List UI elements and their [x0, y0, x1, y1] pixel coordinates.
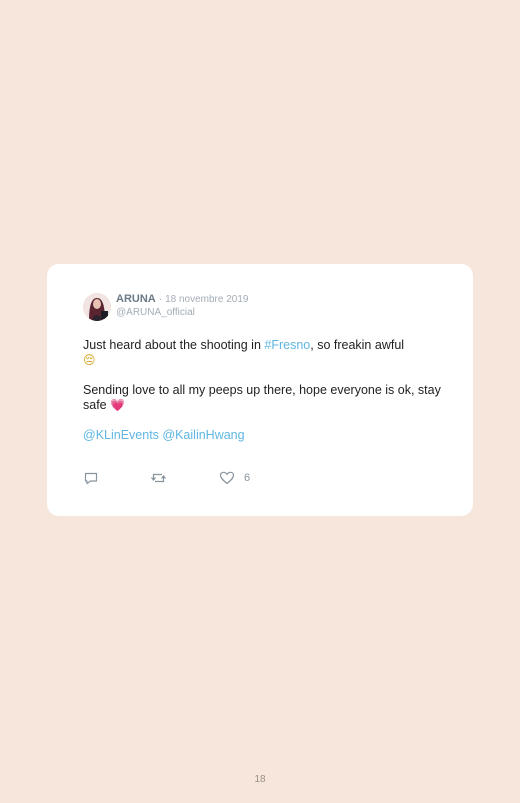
mention-link-2[interactable]: @KailinHwang	[162, 428, 244, 442]
tweet-card: ARUNA · 18 novembre 2019 @ARUNA_official…	[47, 264, 473, 516]
tweet-header: ARUNA · 18 novembre 2019 @ARUNA_official	[116, 293, 248, 319]
reply-button[interactable]	[83, 470, 99, 486]
tweet-date[interactable]: 18 novembre 2019	[165, 294, 248, 306]
like-count: 6	[244, 472, 251, 484]
sad-emoji: 😔	[83, 353, 96, 367]
hashtag-link[interactable]: #Fresno	[264, 338, 310, 352]
tweet-text-1a: Just heard about the shooting in	[83, 338, 265, 352]
author-name[interactable]: ARUNA	[116, 293, 156, 305]
author-handle[interactable]: @ARUNA_official	[116, 307, 248, 319]
avatar[interactable]	[83, 293, 111, 321]
separator: ·	[158, 294, 163, 305]
tweet-mentions: @KLinEvents @KailinHwang	[83, 428, 443, 443]
tweet-actions: 6	[83, 470, 303, 486]
tweet-text-1b: , so freakin awful	[310, 338, 405, 352]
like-button[interactable]: 6	[219, 470, 250, 486]
tweet-body: Just heard about the shooting in #Fresno…	[83, 338, 443, 443]
tweet-paragraph-1: Just heard about the shooting in #Fresno…	[83, 338, 443, 368]
heart-emoji: 💗	[110, 398, 126, 412]
tweet-text-2: Sending love to all my peeps up there, h…	[83, 383, 441, 412]
tweet-paragraph-2: Sending love to all my peeps up there, h…	[83, 383, 443, 413]
retweet-button[interactable]	[150, 470, 167, 486]
mention-link-1[interactable]: @KLinEvents	[83, 428, 159, 442]
page-number: 18	[254, 774, 266, 785]
heart-icon	[219, 470, 235, 486]
retweet-icon	[150, 470, 167, 486]
reply-icon	[83, 470, 99, 486]
